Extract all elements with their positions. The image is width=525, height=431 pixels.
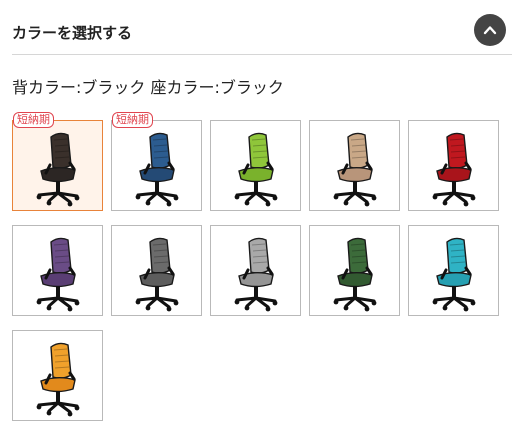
chair-image [234,132,278,207]
color-swatch[interactable] [309,225,400,316]
color-swatch[interactable] [12,330,103,421]
chair-image [333,132,377,207]
color-swatch[interactable] [309,120,400,211]
color-swatch[interactable] [12,225,103,316]
color-swatch[interactable]: 短納期 [12,112,103,211]
chair-image [432,132,476,207]
color-section-header: カラーを選択する [12,12,512,55]
color-swatch-grid: 短納期 短納期 [12,112,512,425]
short-lead-time-badge: 短納期 [112,112,153,128]
chair-image [135,237,179,312]
chair-image [234,237,278,312]
short-lead-time-badge: 短納期 [13,112,54,128]
section-title: カラーを選択する [12,24,133,42]
chair-image [36,132,80,207]
chair-image [135,132,179,207]
color-swatch[interactable] [408,120,499,211]
collapse-toggle-button[interactable] [474,14,506,46]
color-swatch[interactable] [111,225,202,316]
chair-image [36,237,80,312]
chair-image [333,237,377,312]
color-swatch[interactable] [210,120,301,211]
color-swatch[interactable]: 短納期 [111,112,202,211]
chevron-up-icon [483,26,497,35]
chair-image [432,237,476,312]
color-swatch[interactable] [408,225,499,316]
chair-image [36,342,80,417]
selected-color-text: 背カラー:ブラック 座カラー:ブラック [12,78,284,97]
color-swatch[interactable] [210,225,301,316]
